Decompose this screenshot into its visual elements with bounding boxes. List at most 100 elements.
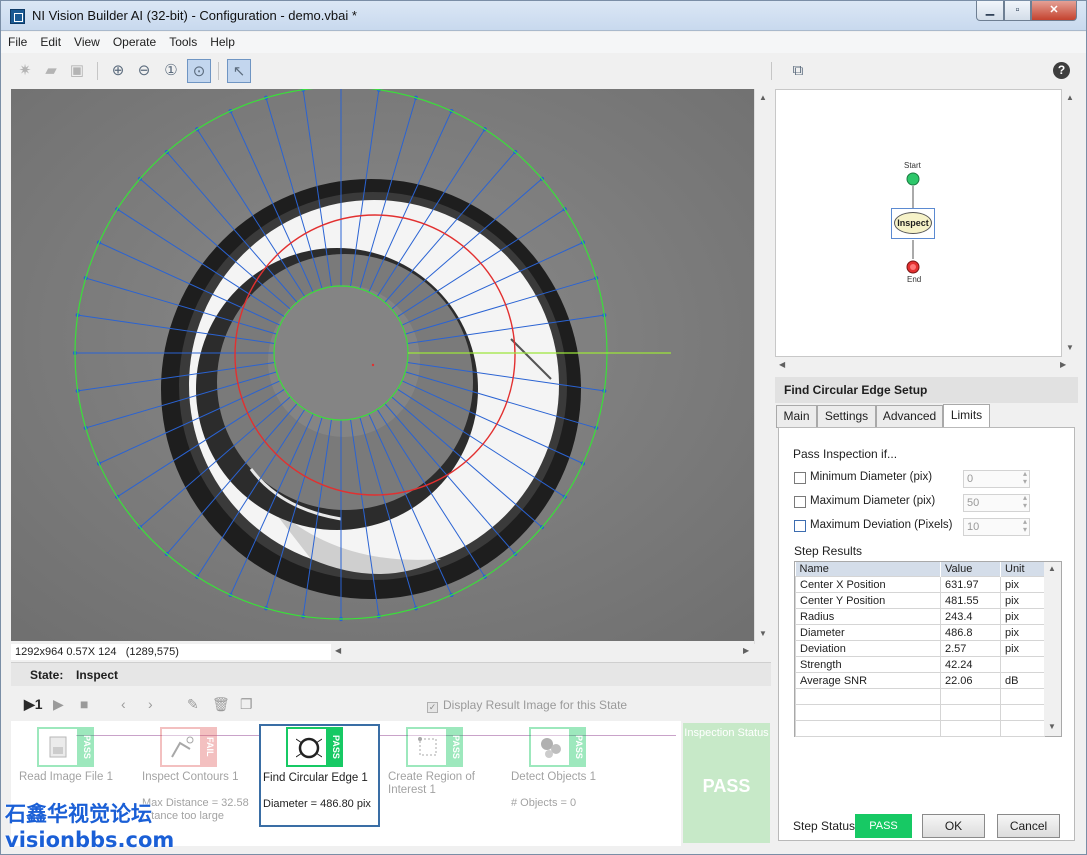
min-diameter-checkbox[interactable] — [794, 472, 806, 484]
max-diameter-checkbox[interactable] — [794, 496, 806, 508]
inspection-status-panel: Inspection Status PASS — [683, 723, 770, 843]
step-status-badge: PASS — [855, 814, 912, 838]
open-folder-icon[interactable]: ▰ — [39, 59, 63, 83]
cell-value: 481.55 — [940, 592, 1001, 609]
zoom-actual-icon[interactable]: ① — [159, 59, 183, 83]
menu-edit[interactable]: Edit — [33, 32, 67, 49]
cancel-button[interactable]: Cancel — [997, 814, 1060, 838]
step-controls: ▶1 ▶ ■ ‹ › ✎ 🗑 ❐ ✓ Display Result Image f… — [11, 689, 771, 721]
scroll-down-icon[interactable]: ▼ — [759, 629, 767, 638]
menu-tools[interactable]: Tools — [162, 32, 203, 49]
delete-step-icon[interactable]: 🗑 — [212, 696, 230, 713]
column-value[interactable]: Value — [940, 562, 1001, 577]
menu-operate[interactable]: Operate — [106, 32, 162, 49]
table-row[interactable]: Radius 243.4 pix — [795, 608, 1045, 625]
run-icon[interactable]: ▶ — [53, 696, 64, 713]
zoom-fit-icon[interactable]: ⊙ — [187, 59, 211, 83]
results-scrollbar[interactable]: ▲ ▼ — [1044, 562, 1061, 736]
next-icon[interactable]: › — [148, 696, 153, 712]
min-diameter-input[interactable]: 0 — [963, 470, 1030, 488]
step-status-label: Step Status — [793, 819, 856, 833]
zoom-in-icon[interactable]: ⊕ — [106, 59, 130, 83]
menu-view[interactable]: View — [67, 32, 106, 49]
table-row[interactable]: Strength 42.24 — [795, 656, 1045, 673]
cell-name: Center Y Position — [795, 592, 941, 609]
scroll-left-icon[interactable]: ◀ — [779, 360, 785, 369]
minimize-button[interactable]: ▁ — [976, 1, 1004, 21]
stop-icon[interactable]: ■ — [80, 696, 88, 712]
zoom-out-icon[interactable]: ⊖ — [132, 59, 156, 83]
table-row[interactable]: Average SNR 22.06 dB — [795, 672, 1045, 689]
step-status-badge: FAIL — [202, 727, 217, 767]
step-status-badge: PASS — [571, 727, 586, 767]
pass-if-label: Pass Inspection if... — [793, 447, 898, 461]
scroll-right-icon[interactable]: ▶ — [743, 646, 749, 655]
step-result: Diameter = 486.80 pix — [263, 798, 371, 810]
app-icon — [10, 9, 25, 24]
step-name: Detect Objects 1 — [511, 771, 597, 783]
close-button[interactable]: ✕ — [1031, 1, 1077, 21]
max-deviation-input[interactable]: 10 — [963, 518, 1030, 536]
table-row — [795, 720, 1045, 737]
inspection-status-value: PASS — [702, 776, 751, 796]
select-tool-icon[interactable]: ↖ — [227, 59, 251, 83]
state-value: Inspect — [76, 668, 119, 682]
toolbar-separator — [218, 62, 219, 80]
help-icon[interactable]: ? — [1053, 62, 1070, 79]
edit-step-icon[interactable]: ✎ — [187, 696, 199, 713]
column-name[interactable]: Name — [795, 562, 941, 577]
scroll-right-icon[interactable]: ▶ — [1060, 360, 1066, 369]
cell-name: Diameter — [795, 624, 941, 641]
display-result-checkbox[interactable]: ✓ Display Result Image for this State — [427, 698, 627, 713]
run-once-icon[interactable]: ▶1 — [24, 696, 43, 713]
step-results-table[interactable]: Name Value Unit Center X Position 631.97 p… — [794, 561, 1062, 737]
toolbar-separator — [97, 62, 98, 80]
step-result: # Objects = 0 — [511, 797, 577, 809]
scroll-up-icon[interactable]: ▲ — [759, 93, 767, 102]
cell-name: Center X Position — [795, 576, 941, 593]
ok-button[interactable]: OK — [922, 814, 985, 838]
toolbar-separator — [771, 62, 772, 80]
menu-help[interactable]: Help — [203, 32, 241, 49]
cell-value: 2.57 — [940, 640, 1001, 657]
maximize-button[interactable]: ▫ — [1004, 1, 1031, 21]
image-horizontal-scrollbar[interactable]: ◀ ▶ — [331, 644, 754, 660]
tab-advanced[interactable]: Advanced — [876, 405, 943, 428]
min-diameter-row: Minimum Diameter (pix) 0 — [794, 470, 1044, 488]
scroll-up-icon[interactable]: ▲ — [1048, 564, 1056, 573]
step-status-badge: PASS — [448, 727, 463, 767]
step-find-circular-edge[interactable]: PASS Find Circular Edge 1 Diameter = 486… — [259, 724, 380, 827]
step-detect-objects[interactable]: PASS Detect Objects 1 # Objects = 0 — [506, 727, 624, 827]
scroll-down-icon[interactable]: ▼ — [1066, 343, 1074, 352]
tab-main[interactable]: Main — [776, 405, 817, 428]
max-diameter-label: Maximum Diameter (pix) — [810, 495, 936, 507]
copy-step-icon[interactable]: ❐ — [240, 696, 253, 713]
max-diameter-input[interactable]: 50 — [963, 494, 1030, 512]
tab-settings[interactable]: Settings — [817, 405, 876, 428]
scroll-left-icon[interactable]: ◀ — [335, 646, 341, 655]
save-icon[interactable]: ▣ — [65, 59, 89, 83]
checkbox-icon[interactable]: ✓ — [427, 702, 438, 713]
menu-file[interactable]: File — [1, 32, 33, 49]
table-row[interactable]: Deviation 2.57 pix — [795, 640, 1045, 657]
image-vertical-scrollbar[interactable]: ▲ ▼ — [754, 89, 771, 644]
scroll-down-icon[interactable]: ▼ — [1048, 722, 1056, 731]
state-diagram-icon[interactable]: ⧉ — [786, 59, 810, 83]
table-row[interactable]: Center X Position 631.97 pix — [795, 576, 1045, 593]
detect-objects-icon — [529, 727, 571, 767]
max-deviation-checkbox[interactable] — [794, 520, 806, 532]
title-bar: NI Vision Builder AI (32-bit) - Configur… — [1, 1, 1086, 31]
max-deviation-label: Maximum Deviation (Pixels) — [810, 519, 953, 531]
step-create-roi[interactable]: PASS Create Region of Interest 1 — [383, 727, 501, 827]
new-icon[interactable]: ✷ — [13, 59, 37, 83]
diagram-vertical-scrollbar[interactable]: ▲ ▼ — [1062, 89, 1078, 357]
tab-limits[interactable]: Limits — [943, 404, 990, 429]
scroll-up-icon[interactable]: ▲ — [1066, 93, 1074, 102]
previous-icon[interactable]: ‹ — [121, 696, 126, 712]
table-row[interactable]: Center Y Position 481.55 pix — [795, 592, 1045, 609]
diagram-horizontal-scrollbar[interactable]: ◀ ▶ — [775, 358, 1078, 373]
image-display[interactable] — [11, 89, 754, 641]
column-unit[interactable]: Unit — [1000, 562, 1045, 577]
table-row[interactable]: Diameter 486.8 pix — [795, 624, 1045, 641]
flow-state-inspect[interactable]: Inspect — [894, 212, 932, 234]
